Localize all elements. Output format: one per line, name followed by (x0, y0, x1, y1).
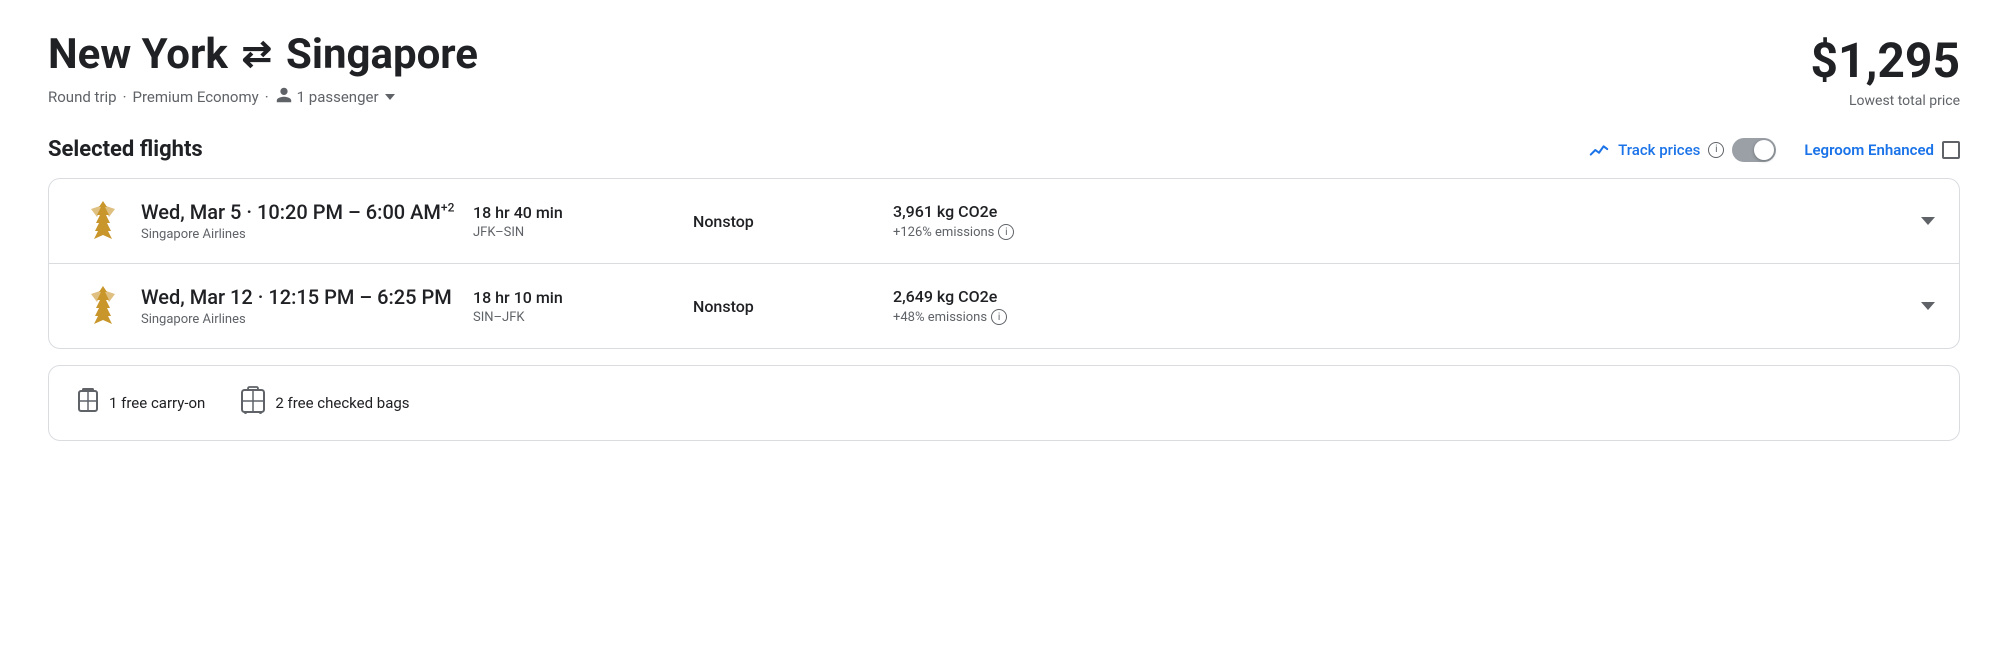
track-prices-info-icon[interactable]: i (1708, 142, 1724, 158)
track-prices-toggle[interactable] (1732, 138, 1776, 162)
duration-time-2: 18 hr 10 min (473, 288, 693, 307)
passenger-selector[interactable]: 1 passenger (275, 86, 395, 108)
passenger-chevron-icon (385, 94, 395, 100)
carryon-bag-icon (77, 387, 99, 419)
emissions-2: +48% emissions (893, 310, 987, 325)
price-label: Lowest total price (1810, 93, 1960, 109)
expand-chevron-icon-1 (1921, 217, 1935, 225)
checked-bag-icon (241, 386, 265, 420)
destination-city: Singapore (286, 32, 478, 78)
co2-value-2: 2,649 kg CO2e (893, 287, 1895, 306)
flight-duration-1: 18 hr 40 min JFK–SIN (473, 203, 693, 240)
flight-stops-1: Nonstop (693, 212, 893, 231)
track-prices-control[interactable]: Track prices i (1588, 138, 1776, 162)
bags-card: 1 free carry-on 2 free checked bags (48, 365, 1960, 441)
flight-dot-2: · (258, 285, 269, 309)
flight-expand-1[interactable] (1895, 217, 1935, 225)
singapore-airlines-logo-2 (83, 284, 123, 328)
bag-item-carryon: 1 free carry-on (77, 387, 205, 419)
carryon-label: 1 free carry-on (109, 394, 205, 412)
flights-card: Wed, Mar 5 · 10:20 PM – 6:00 AM+2 Singap… (48, 178, 1960, 349)
flight-date-2: Wed, Mar 12 (141, 285, 253, 309)
flight-times-2: 12:15 PM – 6:25 PM (268, 285, 451, 309)
legroom-checkbox[interactable] (1942, 141, 1960, 159)
passenger-count: 1 passenger (297, 88, 379, 106)
trip-meta: Round trip · Premium Economy · 1 passeng… (48, 86, 478, 108)
co2-sub-1: +126% emissions i (893, 224, 1895, 240)
flight-date-1: Wed, Mar 5 (141, 200, 241, 224)
co2-info-icon-2[interactable]: i (991, 309, 1007, 325)
section-title: Selected flights (48, 137, 203, 162)
flight-time-1: Wed, Mar 5 · 10:20 PM – 6:00 AM+2 (141, 200, 473, 224)
legroom-label: Legroom Enhanced (1804, 141, 1934, 159)
dot-separator-1: · (123, 88, 127, 106)
flight-dot-1: · (246, 200, 257, 224)
header-left: New York ⇄ Singapore Round trip · Premiu… (48, 32, 478, 108)
singapore-airlines-logo-1 (83, 199, 123, 243)
flight-row: Wed, Mar 5 · 10:20 PM – 6:00 AM+2 Singap… (49, 179, 1959, 264)
co2-value-1: 3,961 kg CO2e (893, 202, 1895, 221)
airline-logo-2 (73, 284, 133, 328)
total-price: $1,295 (1810, 32, 1960, 89)
duration-time-1: 18 hr 40 min (473, 203, 693, 222)
track-prices-icon (1588, 139, 1610, 161)
flight-expand-2[interactable] (1895, 302, 1935, 310)
flight-time-2: Wed, Mar 12 · 12:15 PM – 6:25 PM (141, 285, 473, 309)
person-icon (275, 86, 293, 108)
bag-item-checked: 2 free checked bags (241, 386, 409, 420)
track-prices-label: Track prices (1618, 141, 1700, 159)
route-arrow-icon: ⇄ (242, 35, 272, 75)
dot-separator-2: · (265, 88, 269, 106)
flight-co2-1: 3,961 kg CO2e +126% emissions i (893, 202, 1895, 240)
trip-type: Round trip (48, 88, 117, 106)
flight-info-1: Wed, Mar 5 · 10:20 PM – 6:00 AM+2 Singap… (133, 200, 473, 242)
co2-sub-2: +48% emissions i (893, 309, 1895, 325)
airline-logo-1 (73, 199, 133, 243)
checked-label: 2 free checked bags (275, 394, 409, 412)
section-header: Selected flights Track prices i Legroom … (48, 137, 1960, 162)
flight-duration-2: 18 hr 10 min SIN–JFK (473, 288, 693, 325)
toggle-knob (1754, 140, 1774, 160)
flight-airline-1: Singapore Airlines (141, 227, 473, 242)
route-title: New York ⇄ Singapore (48, 32, 478, 78)
emissions-1: +126% emissions (893, 225, 994, 240)
flight-co2-2: 2,649 kg CO2e +48% emissions i (893, 287, 1895, 325)
co2-info-icon-1[interactable]: i (998, 224, 1014, 240)
day-offset-1: +2 (441, 200, 454, 214)
cabin-class: Premium Economy (133, 88, 259, 106)
flight-airline-2: Singapore Airlines (141, 312, 473, 327)
duration-route-2: SIN–JFK (473, 310, 693, 325)
legroom-enhanced-control[interactable]: Legroom Enhanced (1804, 141, 1960, 159)
flight-times-1: 10:20 PM – 6:00 AM+2 (257, 200, 454, 224)
header-right: $1,295 Lowest total price (1810, 32, 1960, 109)
flight-info-2: Wed, Mar 12 · 12:15 PM – 6:25 PM Singapo… (133, 285, 473, 327)
page-header: New York ⇄ Singapore Round trip · Premiu… (48, 32, 1960, 109)
flight-stops-2: Nonstop (693, 297, 893, 316)
origin-city: New York (48, 32, 228, 78)
duration-route-1: JFK–SIN (473, 225, 693, 240)
flight-row-2: Wed, Mar 12 · 12:15 PM – 6:25 PM Singapo… (49, 264, 1959, 348)
expand-chevron-icon-2 (1921, 302, 1935, 310)
section-controls: Track prices i Legroom Enhanced (1588, 138, 1960, 162)
